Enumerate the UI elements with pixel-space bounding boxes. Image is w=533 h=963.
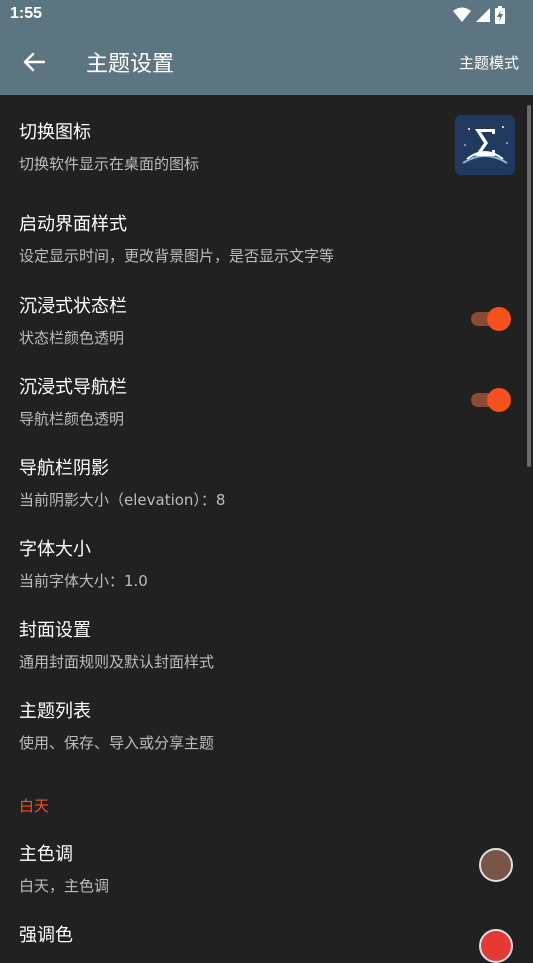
setting-summary: 当前字体大小：1.0 xyxy=(19,572,148,590)
back-button[interactable] xyxy=(14,44,54,80)
immersive-nav-bar-switch[interactable] xyxy=(471,387,511,412)
status-time: 1:55 xyxy=(10,5,43,22)
setting-summary: 白天，主色调 xyxy=(19,877,110,895)
setting-title: 主题列表 xyxy=(19,701,91,722)
theme-mode-button[interactable]: 主题模式 xyxy=(459,52,519,73)
setting-summary: 通用封面规则及默认封面样式 xyxy=(19,653,215,671)
signal-icon xyxy=(476,8,490,22)
switch-thumb xyxy=(487,307,511,331)
primary-color-swatch[interactable] xyxy=(479,848,513,882)
setting-title: 封面设置 xyxy=(19,620,91,641)
setting-cover[interactable]: 封面设置 通用封面规则及默认封面样式 xyxy=(0,599,533,680)
setting-title: 主色调 xyxy=(19,844,73,865)
switch-thumb xyxy=(487,388,511,412)
setting-title: 启动界面样式 xyxy=(19,214,127,235)
sigma-book-icon xyxy=(455,115,515,175)
setting-accent-color[interactable]: 强调色 xyxy=(0,904,533,963)
arrow-left-icon xyxy=(23,52,45,72)
setting-title: 字体大小 xyxy=(19,539,91,560)
accent-color-swatch[interactable] xyxy=(479,929,513,963)
setting-title: 导航栏阴影 xyxy=(19,458,109,479)
setting-title: 沉浸式导航栏 xyxy=(19,377,127,398)
setting-summary: 当前阴影大小（elevation）：8 xyxy=(19,491,226,509)
app-icon-preview[interactable] xyxy=(455,115,515,175)
setting-theme-list[interactable]: 主题列表 使用、保存、导入或分享主题 xyxy=(0,680,533,761)
setting-summary: 设定显示时间，更改背景图片，是否显示文字等 xyxy=(19,247,335,265)
app-bar: 主题设置 主题模式 xyxy=(0,30,533,95)
setting-title: 沉浸式状态栏 xyxy=(19,296,127,317)
setting-summary: 使用、保存、导入或分享主题 xyxy=(19,734,215,752)
setting-immersive-status-bar[interactable]: 沉浸式状态栏 状态栏颜色透明 xyxy=(0,275,533,356)
scrollbar[interactable] xyxy=(527,105,531,467)
setting-title: 切换图标 xyxy=(19,122,91,143)
page-title: 主题设置 xyxy=(86,52,175,77)
setting-switch-icon[interactable]: 切换图标 切换软件显示在桌面的图标 xyxy=(0,95,533,193)
setting-font-size[interactable]: 字体大小 当前字体大小：1.0 xyxy=(0,518,533,599)
setting-nav-bar-shadow[interactable]: 导航栏阴影 当前阴影大小（elevation）：8 xyxy=(0,437,533,518)
battery-icon xyxy=(495,6,505,24)
setting-primary-color[interactable]: 主色调 白天，主色调 xyxy=(0,823,533,904)
wifi-icon xyxy=(453,7,471,22)
setting-title: 强调色 xyxy=(19,925,73,946)
setting-summary: 导航栏颜色透明 xyxy=(19,410,125,428)
setting-immersive-nav-bar[interactable]: 沉浸式导航栏 导航栏颜色透明 xyxy=(0,356,533,437)
status-bar: 1:55 xyxy=(0,0,533,30)
status-icons xyxy=(453,6,505,24)
setting-summary: 状态栏颜色透明 xyxy=(19,329,125,347)
section-header-day: 白天 xyxy=(19,797,50,815)
setting-splash-style[interactable]: 启动界面样式 设定显示时间，更改背景图片，是否显示文字等 xyxy=(0,193,533,275)
immersive-status-bar-switch[interactable] xyxy=(471,306,511,331)
setting-summary: 切换软件显示在桌面的图标 xyxy=(19,155,200,173)
